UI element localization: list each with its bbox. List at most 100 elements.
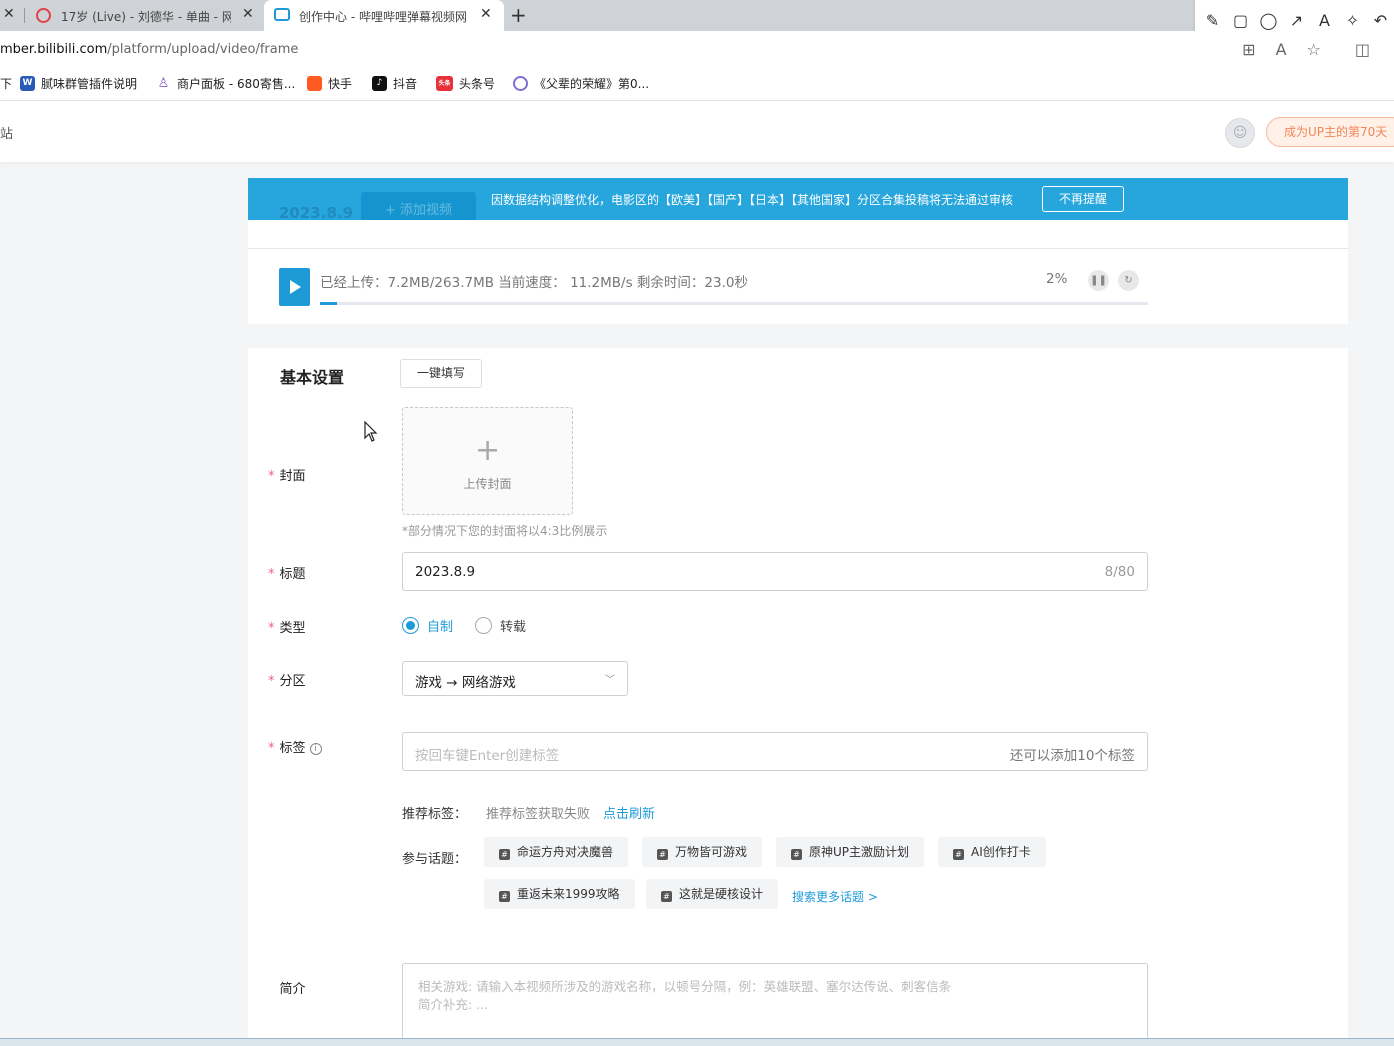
notice-text: 因数据结构调整优化，电影区的【欧美】【国产】【日本】【其他国家】分区合集投稿将无… <box>491 193 1014 207</box>
search-more-topics-link[interactable]: 搜索更多话题 > <box>792 888 878 905</box>
tags-input[interactable]: 按回车键Enter创建标签 还可以添加10个标签 <box>402 732 1148 771</box>
title-input[interactable]: 2023.8.9 8/80 <box>402 552 1148 591</box>
undo-icon[interactable]: ↶ <box>1371 11 1390 30</box>
close-icon[interactable]: ✕ <box>242 6 254 22</box>
tab-title: 17岁 (Live) - 刘德华 - 单曲 - 网易 <box>61 10 231 24</box>
type-original-radio[interactable]: 自制 <box>402 616 453 635</box>
video-file-icon <box>279 268 310 306</box>
pen-icon[interactable]: ✎ <box>1203 11 1222 30</box>
bookmark-item[interactable]: 下 <box>0 75 12 92</box>
bookmark-label: 商户面板 - 680寄售... <box>177 77 296 91</box>
upload-progress-card: 已经上传：7.2MB/263.7MB 当前速度： 11.2MB/s 剩余时间：2… <box>248 220 1348 324</box>
bookmark-label: 快手 <box>328 77 353 91</box>
topic-chip[interactable]: # 这就是硬核设计 <box>646 879 779 909</box>
split-screen-icon[interactable]: ◫ <box>1355 40 1370 59</box>
zone-label: * 分区 <box>268 674 306 689</box>
apps-icon[interactable]: ⊞ <box>1242 40 1255 59</box>
hashtag-icon: # <box>499 891 510 902</box>
tags-remaining: 还可以添加10个标签 <box>1009 748 1135 764</box>
arrow-icon[interactable]: ↗ <box>1287 11 1306 30</box>
radio-label: 自制 <box>427 620 454 635</box>
upload-percent: 2% <box>1046 271 1068 287</box>
autofill-button[interactable]: 一键填写 <box>400 359 482 388</box>
description-placeholder-line1: 相关游戏: 请输入本视频所涉及的游戏名称，以顿号分隔，例：英雄联盟、塞尔达传说、… <box>418 979 952 994</box>
kuaishou-icon <box>307 76 322 91</box>
address-bar-actions: ⊞ A ☆ ◫ <box>1242 40 1370 59</box>
topics-label: 参与话题： <box>402 852 468 867</box>
type-radio-group: 自制 转载 <box>402 616 548 635</box>
topic-chip[interactable]: # 原神UP主激励计划 <box>776 837 925 867</box>
hashtag-icon: # <box>499 849 510 860</box>
upload-progress-fill <box>320 302 337 305</box>
bookmarks-bar: 下 W 腻味群管插件说明 ♙ 商户面板 - 680寄售... 快手 ♪ 抖音 头… <box>0 69 1394 101</box>
read-aloud-icon[interactable]: A <box>1276 40 1287 59</box>
zone-select[interactable]: 游戏 → 网络游戏 ﹀ <box>402 661 628 696</box>
radio-label: 转载 <box>500 620 527 635</box>
bookmark-label: 抖音 <box>393 77 418 91</box>
hashtag-icon: # <box>953 849 964 860</box>
hashtag-icon: # <box>657 849 668 860</box>
avatar-icon: ☺ <box>1232 125 1248 141</box>
zone-value: 游戏 → 网络游戏 <box>415 675 516 691</box>
bookmark-item[interactable]: 头条 头条号 <box>436 75 495 92</box>
notice-banner: 2023.8.9 + 添加视频 因数据结构调整优化，电影区的【欧美】【国产】【日… <box>248 178 1348 229</box>
description-label: *简介 <box>279 982 306 997</box>
bookmark-item[interactable]: ♪ 抖音 <box>372 75 417 92</box>
site-name-fragment[interactable]: 站 <box>0 123 13 142</box>
rectangle-icon[interactable]: ▢ <box>1231 11 1250 30</box>
divider <box>248 248 1348 249</box>
retry-icon[interactable]: ↻ <box>1118 270 1139 291</box>
hashtag-icon: # <box>661 891 672 902</box>
description-textarea[interactable]: 相关游戏: 请输入本视频所涉及的游戏名称，以顿号分隔，例：英雄联盟、塞尔达传说、… <box>402 963 1148 1046</box>
bookmark-item[interactable]: 《父辈的荣耀》第0... <box>513 75 649 92</box>
circle-icon[interactable]: ◯ <box>1259 11 1278 30</box>
taskbar-edge <box>0 1038 1394 1046</box>
tags-placeholder: 按回车键Enter创建标签 <box>415 748 560 764</box>
bookmark-label: 下 <box>0 77 13 91</box>
text-icon[interactable]: A <box>1315 11 1334 30</box>
avatar[interactable]: ☺ <box>1225 118 1255 148</box>
refresh-recommend-link[interactable]: 点击刷新 <box>603 803 655 822</box>
plus-icon: + <box>475 433 501 468</box>
address-bar: mber.bilibili.com/platform/upload/video/… <box>0 31 1394 69</box>
bookmark-label: 头条号 <box>459 77 496 91</box>
bookmark-item[interactable]: W 腻味群管插件说明 <box>20 75 137 92</box>
new-tab-button[interactable]: + <box>510 3 527 27</box>
bilibili-tv-icon <box>274 8 290 21</box>
url-host: mber.bilibili.com <box>0 42 108 57</box>
topic-chip[interactable]: # 命运方舟对决魔兽 <box>484 837 629 867</box>
bookmark-label: 腻味群管插件说明 <box>41 77 138 91</box>
tab-partial[interactable]: ✕ <box>0 0 22 31</box>
favorite-star-icon[interactable]: ☆ <box>1307 40 1321 59</box>
type-label: * 类型 <box>268 621 306 636</box>
close-icon[interactable]: ✕ <box>3 6 15 22</box>
section-title: 基本设置 <box>280 368 345 387</box>
title-label: * 标题 <box>268 567 306 582</box>
type-repost-radio[interactable]: 转载 <box>475 616 526 635</box>
topic-chip[interactable]: # 万物皆可游戏 <box>642 837 763 867</box>
up-days-badge[interactable]: 成为UP主的第70天 <box>1266 117 1394 147</box>
cover-upload-area[interactable]: + 上传封面 <box>402 407 573 515</box>
info-icon[interactable]: i <box>309 743 322 755</box>
pause-icon[interactable]: ❚❚ <box>1088 270 1109 291</box>
topic-chip[interactable]: # 重返未来1999攻略 <box>484 879 635 909</box>
topic-chip[interactable]: # AI创作打卡 <box>938 837 1046 867</box>
title-value: 2023.8.9 <box>415 564 476 580</box>
merchant-icon: ♙ <box>157 76 170 91</box>
douyin-icon: ♪ <box>372 76 387 91</box>
url-field[interactable]: mber.bilibili.com/platform/upload/video/… <box>0 42 298 57</box>
title-char-count: 8/80 <box>1104 564 1135 580</box>
url-path: /platform/upload/video/frame <box>107 42 299 57</box>
word-icon: W <box>20 76 35 91</box>
dismiss-notice-button[interactable]: 不再提醒 <box>1042 186 1124 212</box>
cover-label: * 封面 <box>268 469 306 484</box>
upload-status: 已经上传：7.2MB/263.7MB 当前速度： 11.2MB/s 剩余时间：2… <box>320 275 748 291</box>
close-icon[interactable]: ✕ <box>480 6 492 22</box>
magic-icon[interactable]: ✧ <box>1343 11 1362 30</box>
netease-music-icon <box>36 8 51 23</box>
bookmark-item[interactable]: 快手 <box>307 75 352 92</box>
bookmark-item[interactable]: ♙ 商户面板 - 680寄售... <box>156 75 296 92</box>
tab-netease-music[interactable]: 17岁 (Live) - 刘德华 - 单曲 - 网易 ✕ <box>26 0 262 31</box>
tab-bilibili-creator[interactable]: 创作中心 - 哔哩哔哩弹幕视频网 ✕ <box>264 0 504 31</box>
tab-separator <box>24 8 25 23</box>
